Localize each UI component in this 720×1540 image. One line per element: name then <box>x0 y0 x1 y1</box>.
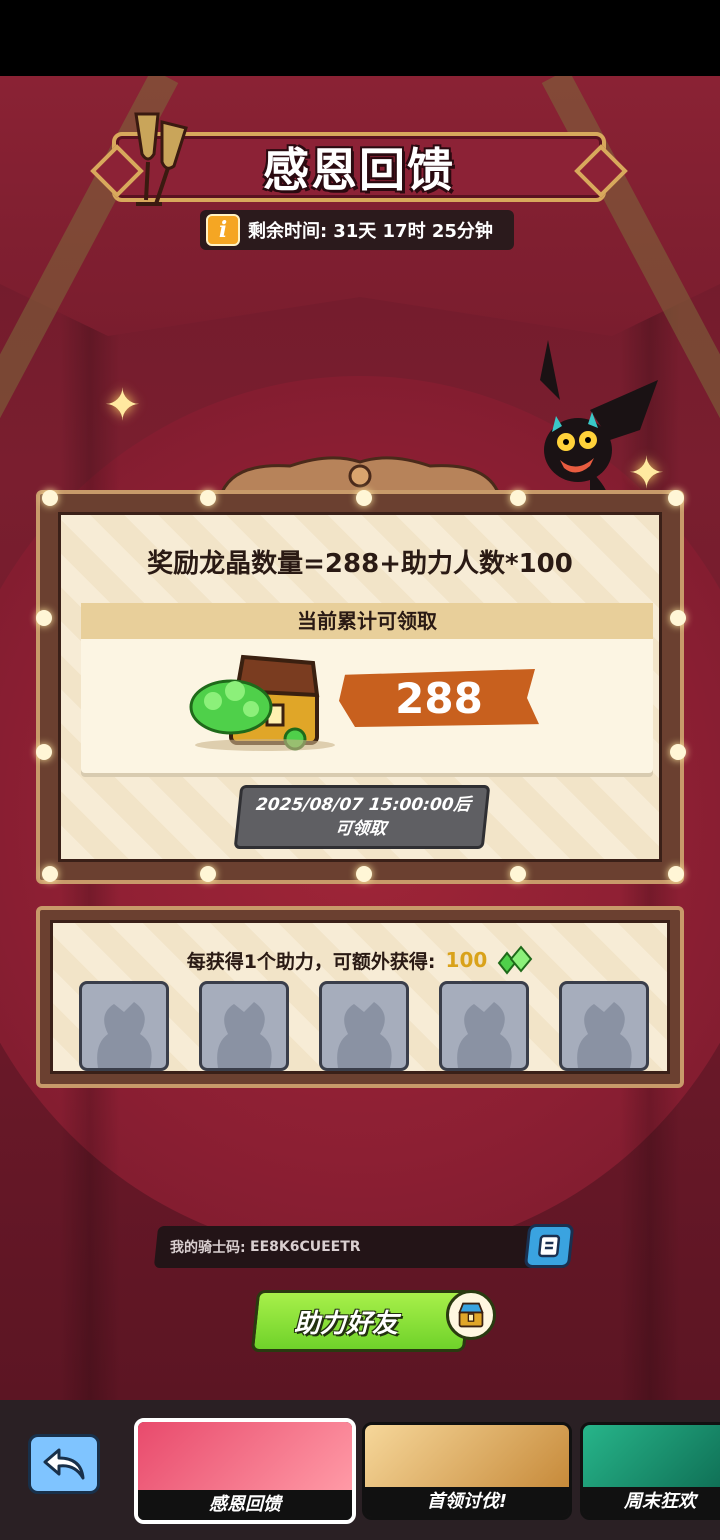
treasure-chest-icon <box>189 654 335 751</box>
reward-amount-badge: 288 <box>339 669 539 727</box>
champagne-glasses-icon <box>134 112 188 206</box>
gem-icon <box>498 945 533 975</box>
claim-time-button[interactable]: 2025/08/07 15:00:00后 可领取 <box>233 785 491 849</box>
helpers-panel-inner: 每获得1个助力，可额外获得: 100 <box>50 920 670 1074</box>
reward-amount: 288 <box>395 673 483 723</box>
timer-value: 31天 17时 25分钟 <box>333 221 493 242</box>
sparkle-icon: ✦ <box>104 380 141 431</box>
claim-time-text: 2025/08/07 15:00:00后 <box>254 795 472 815</box>
tab-label: 感恩回馈 <box>138 1490 352 1520</box>
tab-art <box>138 1422 352 1490</box>
timer-label: 剩余时间: <box>248 221 328 242</box>
treasure-chest-icon <box>446 1290 496 1340</box>
help-friend-button[interactable]: 助力好友 <box>250 1290 472 1352</box>
helper-bonus: 每获得1个助力，可额外获得: 100 <box>53 945 667 975</box>
helper-slot[interactable] <box>79 981 169 1071</box>
silhouette-icon <box>217 1002 272 1068</box>
tab-weekend[interactable]: 周末狂欢 <box>580 1422 720 1520</box>
back-arrow-icon <box>43 1448 85 1480</box>
help-friend-label: 助力好友 <box>293 1308 398 1339</box>
silhouette-icon <box>457 1002 512 1068</box>
copy-icon <box>538 1234 561 1258</box>
bottom-nav: 感恩回馈 首领讨伐! 周末狂欢 <box>0 1400 720 1540</box>
tab-label: 首领讨伐! <box>365 1487 569 1517</box>
claim-card: 当前累计可领取 288 <box>81 603 653 773</box>
claim-time-subtext: 可领取 <box>334 819 388 839</box>
dragon-mascot-icon <box>540 340 658 508</box>
info-icon[interactable]: i <box>206 214 240 246</box>
tab-thanksgiving[interactable]: 感恩回馈 <box>134 1418 356 1524</box>
tab-art <box>365 1425 569 1487</box>
helper-slot[interactable] <box>559 981 649 1071</box>
reward-formula: 奖励龙晶数量=288+助力人数*100 <box>147 549 573 579</box>
page-title: 感恩回馈 <box>263 143 455 197</box>
helper-bonus-text: 每获得1个助力，可额外获得: <box>186 950 436 973</box>
back-button[interactable] <box>28 1434 100 1494</box>
copy-code-button[interactable] <box>523 1224 575 1268</box>
tab-label: 周末狂欢 <box>583 1487 720 1517</box>
claim-header: 当前累计可领取 <box>81 603 653 639</box>
knight-code-value: EE8K6CUEETR <box>249 1239 361 1255</box>
helper-slot[interactable] <box>199 981 289 1071</box>
status-bar <box>0 0 720 76</box>
helper-slot[interactable] <box>319 981 409 1071</box>
remaining-time: i 剩余时间: 31天 17时 25分钟 <box>200 210 514 250</box>
knight-code-label: 我的骑士码: <box>170 1240 246 1256</box>
silhouette-icon <box>97 1002 152 1068</box>
helpers-panel: 每获得1个助力，可额外获得: 100 <box>36 906 684 1088</box>
knight-code-bar: 我的骑士码: EE8K6CUEETR <box>153 1224 575 1268</box>
tab-boss-raid[interactable]: 首领讨伐! <box>362 1422 572 1520</box>
helper-slot[interactable] <box>439 981 529 1071</box>
reward-panel-inner: 奖励龙晶数量=288+助力人数*100 当前累计可领取 288 2025/08/… <box>58 512 662 862</box>
silhouette-icon <box>577 1002 632 1068</box>
tab-art <box>583 1425 720 1487</box>
helper-bonus-value: 100 <box>445 948 488 972</box>
helper-slots <box>79 981 649 1071</box>
reward-panel: 奖励龙晶数量=288+助力人数*100 当前累计可领取 288 2025/08/… <box>36 490 686 884</box>
silhouette-icon <box>337 1002 392 1068</box>
